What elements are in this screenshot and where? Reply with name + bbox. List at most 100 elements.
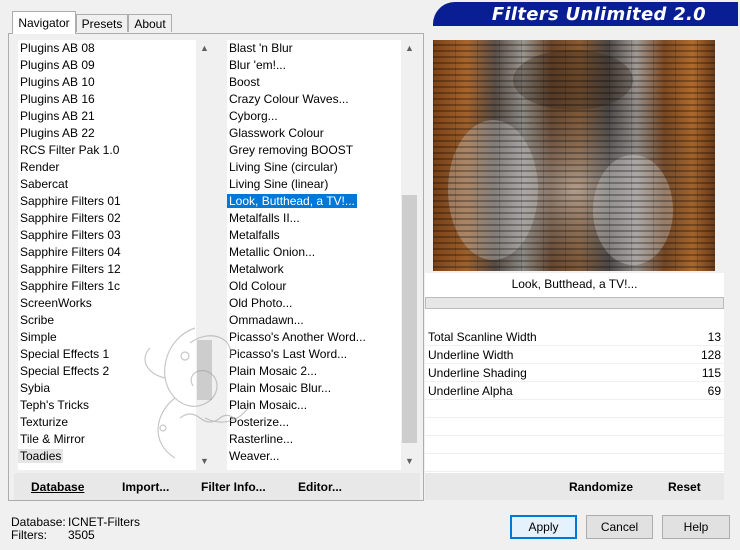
import-button[interactable]: Import...	[122, 480, 169, 494]
category-list-item[interactable]: Render	[18, 159, 198, 176]
help-button[interactable]: Help	[662, 515, 730, 539]
empty-param-row	[425, 436, 724, 454]
apply-button-label: Apply	[528, 520, 559, 534]
filter-list-item[interactable]: Picasso's Another Word...	[227, 329, 403, 346]
reset-button[interactable]: Reset	[668, 480, 701, 494]
title-banner: Filters Unlimited 2.0	[433, 2, 738, 26]
filter-list-item[interactable]: Plain Mosaic 2...	[227, 363, 403, 380]
list-item-label: Plugins AB 22	[20, 126, 95, 140]
param-label: Underline Alpha	[428, 384, 513, 398]
filter-list-item[interactable]: Cyborg...	[227, 108, 403, 125]
filter-list-item[interactable]: Living Sine (circular)	[227, 159, 403, 176]
filter-list-item[interactable]: Ommadawn...	[227, 312, 403, 329]
cancel-button[interactable]: Cancel	[586, 515, 653, 539]
preview-filter-name: Look, Butthead, a TV!...	[511, 277, 638, 291]
banner-title: Filters Unlimited 2.0	[491, 4, 706, 25]
param-underline-shading[interactable]: Underline Shading 115	[425, 364, 724, 382]
category-list-item[interactable]: Plugins AB 16	[18, 91, 198, 108]
param-value: 115	[701, 366, 721, 380]
category-list-item[interactable]: Teph's Tricks	[18, 397, 198, 414]
filter-list-item[interactable]: Plain Mosaic Blur...	[227, 380, 403, 397]
filter-list-item[interactable]: Blur 'em!...	[227, 57, 403, 74]
list-item-label: Living Sine (circular)	[229, 160, 338, 174]
empty-param-row	[425, 418, 724, 436]
list-item-label: Tile & Mirror	[20, 432, 85, 446]
filter-list-item[interactable]: Plain Mosaic...	[227, 397, 403, 414]
category-scrollbar[interactable]: ▲ ▼	[196, 40, 213, 470]
category-list-item[interactable]: RCS Filter Pak 1.0	[18, 142, 198, 159]
category-scroll-thumb[interactable]	[197, 340, 212, 400]
filter-list-item[interactable]: Rasterline...	[227, 431, 403, 448]
list-item-label: Special Effects 2	[20, 364, 110, 378]
filter-list-item[interactable]: Look, Butthead, a TV!...	[227, 193, 403, 210]
reset-button-label: Reset	[668, 480, 701, 494]
database-button[interactable]: Database	[31, 480, 84, 494]
param-underline-alpha[interactable]: Underline Alpha 69	[425, 382, 724, 400]
filter-list-item[interactable]: Blast 'n Blur	[227, 40, 403, 57]
filter-scroll-thumb[interactable]	[402, 195, 417, 443]
scroll-up-arrow-icon[interactable]: ▲	[196, 40, 213, 57]
filter-list-item[interactable]: Metallic Onion...	[227, 244, 403, 261]
editor-button[interactable]: Editor...	[298, 480, 342, 494]
param-label: Underline Width	[428, 348, 514, 362]
category-list-item[interactable]: Texturize	[18, 414, 198, 431]
list-item-label: Texturize	[20, 415, 69, 429]
param-underline-width[interactable]: Underline Width 128	[425, 346, 724, 364]
tab-navigator[interactable]: Navigator	[12, 11, 76, 34]
scroll-up-arrow-icon[interactable]: ▲	[401, 40, 418, 57]
filter-list-item[interactable]: Boost	[227, 74, 403, 91]
randomize-button[interactable]: Randomize	[569, 480, 633, 494]
list-item-label: Posterize...	[229, 415, 290, 429]
category-list-item[interactable]: Sapphire Filters 1c	[18, 278, 198, 295]
category-list-item[interactable]: Plugins AB 21	[18, 108, 198, 125]
category-list-item[interactable]: Special Effects 2	[18, 363, 198, 380]
category-list[interactable]: Plugins AB 08 Plugins AB 09 Plugins AB 10 P…	[18, 40, 198, 470]
list-item-label: Rasterline...	[229, 432, 294, 446]
category-list-item[interactable]: Tile & Mirror	[18, 431, 198, 448]
category-list-item[interactable]: Sabercat	[18, 176, 198, 193]
category-list-item[interactable]: Sapphire Filters 01	[18, 193, 198, 210]
tab-about[interactable]: About	[128, 14, 172, 32]
category-list-item[interactable]: Sapphire Filters 12	[18, 261, 198, 278]
filter-list[interactable]: Blast 'n Blur Blur 'em!... Boost Crazy Colo…	[227, 40, 403, 470]
category-list-item[interactable]: Sapphire Filters 04	[18, 244, 198, 261]
tab-presets-label: Presets	[81, 17, 123, 31]
category-list-item[interactable]: Plugins AB 22	[18, 125, 198, 142]
filter-list-item[interactable]: Grey removing BOOST	[227, 142, 403, 159]
list-item-label: Plugins AB 21	[20, 109, 95, 123]
list-item-label: Sapphire Filters 03	[20, 228, 121, 242]
category-list-item[interactable]: Plugins AB 09	[18, 57, 198, 74]
filter-list-item[interactable]: Posterize...	[227, 414, 403, 431]
category-list-item[interactable]: ScreenWorks	[18, 295, 198, 312]
filter-list-item[interactable]: Glasswork Colour	[227, 125, 403, 142]
filter-list-item[interactable]: Old Colour	[227, 278, 403, 295]
scroll-down-arrow-icon[interactable]: ▼	[196, 453, 213, 470]
category-list-item[interactable]: Plugins AB 08	[18, 40, 198, 57]
filter-list-item[interactable]: Living Sine (linear)	[227, 176, 403, 193]
filter-list-item[interactable]: Crazy Colour Waves...	[227, 91, 403, 108]
category-list-item[interactable]: Plugins AB 10	[18, 74, 198, 91]
param-value: 13	[707, 330, 721, 344]
filter-list-item[interactable]: Metalfalls	[227, 227, 403, 244]
category-list-item[interactable]: Toadies	[18, 448, 198, 465]
filter-list-item[interactable]: Metalfalls II...	[227, 210, 403, 227]
apply-button[interactable]: Apply	[510, 515, 577, 539]
filter-list-item[interactable]: Metalwork	[227, 261, 403, 278]
category-list-item[interactable]: Sapphire Filters 03	[18, 227, 198, 244]
category-list-item[interactable]: Simple	[18, 329, 198, 346]
list-item-label: Plain Mosaic 2...	[229, 364, 318, 378]
category-list-item[interactable]: Sybia	[18, 380, 198, 397]
list-item-label: Plugins AB 16	[20, 92, 95, 106]
scroll-down-arrow-icon[interactable]: ▼	[401, 453, 418, 470]
tab-presets[interactable]: Presets	[76, 14, 128, 32]
filter-scrollbar[interactable]: ▲ ▼	[401, 40, 418, 470]
filter-list-item[interactable]: Weaver...	[227, 448, 403, 465]
param-total-scanline-width[interactable]: Total Scanline Width 13	[425, 328, 724, 346]
filter-list-item[interactable]: Picasso's Last Word...	[227, 346, 403, 363]
category-list-item[interactable]: Sapphire Filters 02	[18, 210, 198, 227]
category-list-item[interactable]: Special Effects 1	[18, 346, 198, 363]
filter-info-button[interactable]: Filter Info...	[201, 480, 266, 494]
category-list-item[interactable]: Scribe	[18, 312, 198, 329]
filters-count-label: Filters:	[11, 528, 47, 542]
filter-list-item[interactable]: Old Photo...	[227, 295, 403, 312]
